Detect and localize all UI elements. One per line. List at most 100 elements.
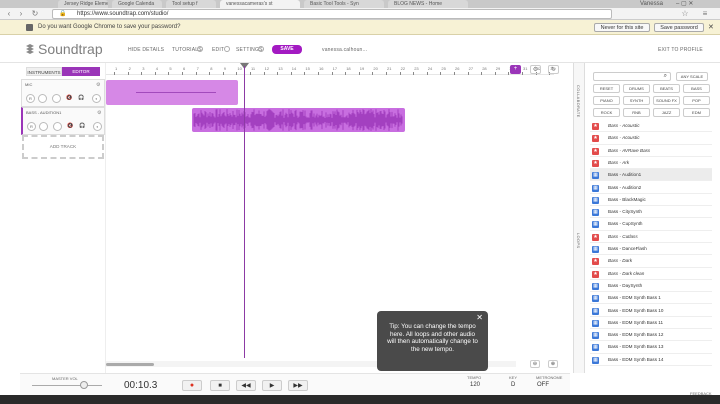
reload-icon[interactable]: ↻: [30, 9, 40, 19]
loop-item[interactable]: ▦ Bass - EDM Synth Bass 14: [590, 354, 712, 366]
loop-item[interactable]: ▦ Bass - BlackMagic: [590, 194, 712, 207]
filter-button[interactable]: SYNTH: [623, 96, 650, 105]
forward-icon[interactable]: ›: [16, 9, 26, 19]
star-bookmark-icon[interactable]: ☆: [680, 9, 690, 19]
scrollbar-thumb[interactable]: [106, 363, 154, 366]
loop-item-label: Bass - CitySynth: [608, 209, 642, 215]
add-icon[interactable]: +: [510, 65, 521, 74]
loop-item[interactable]: ▦ Bass - EDM Synth Bass 11: [590, 317, 712, 330]
loop-item[interactable]: ▦ Bass - EDM Synth Bass 12: [590, 329, 712, 342]
loop-search-input[interactable]: ⌕: [593, 72, 671, 81]
headphones-icon[interactable]: 🎧: [78, 95, 84, 101]
browser-user[interactable]: Vanessa: [640, 0, 663, 8]
tab-loops[interactable]: LOOPS: [576, 233, 581, 248]
gear-icon[interactable]: ⚙: [97, 110, 101, 116]
monitor-button[interactable]: ◐: [92, 94, 101, 103]
filter-button[interactable]: EDM: [683, 108, 710, 117]
headphones-icon[interactable]: 🎧: [79, 123, 85, 129]
loop-item[interactable]: ★ Bass - Acoustic: [590, 120, 712, 133]
tab-editor[interactable]: EDITOR: [62, 67, 100, 76]
browser-tab[interactable]: BLOG NEWS - Home: [388, 0, 468, 8]
back-icon[interactable]: ‹: [4, 9, 14, 19]
loop-item[interactable]: ▦ Bass - EDM Synth Bass 13: [590, 341, 712, 354]
mute-icon[interactable]: 🔇: [66, 95, 72, 101]
zoom-in-icon[interactable]: ⊕: [548, 360, 558, 368]
loop-item[interactable]: ▦ Bass - Audition1: [590, 169, 712, 182]
loop-item[interactable]: ▦ Bass - CitySynth: [590, 206, 712, 219]
browser-tab[interactable]: Tool setup f: [166, 0, 216, 8]
browser-tab[interactable]: Google Calenda: [112, 0, 162, 8]
master-vol-slider[interactable]: [32, 385, 102, 386]
loop-item[interactable]: ▦ Bass - EDM Synth Bass 10: [590, 305, 712, 317]
edit-menu[interactable]: EDIT: [212, 47, 224, 53]
filter-button[interactable]: PIANO: [593, 96, 620, 105]
loop-item[interactable]: ★ Bass - Acoustic: [590, 132, 712, 145]
window-controls[interactable]: – ▢ ✕: [676, 0, 693, 8]
loop-item[interactable]: ★ Bass - Ark: [590, 157, 712, 170]
browser-tab[interactable]: Basic Tool Tools - Syn: [304, 0, 384, 8]
never-for-site-button[interactable]: Never for this site: [594, 23, 650, 32]
exit-to-profile-link[interactable]: EXIT TO PROFILE: [658, 47, 703, 53]
metronome-value[interactable]: OFF: [537, 382, 549, 388]
zoom-out-icon[interactable]: ⊖: [530, 360, 540, 368]
address-input[interactable]: 🔒 https://www.soundtrap.com/studio/: [52, 9, 612, 19]
filter-button[interactable]: BEATS: [653, 84, 680, 93]
volume-knob[interactable]: [38, 94, 47, 103]
menu-icon[interactable]: ≡: [700, 9, 710, 19]
record-arm-button[interactable]: R: [26, 94, 35, 103]
record-arm-button[interactable]: R: [27, 122, 36, 131]
stop-button[interactable]: ■: [210, 380, 230, 391]
audio-clip-mic[interactable]: [106, 80, 238, 105]
close-icon[interactable]: ✕: [476, 314, 483, 322]
filter-button[interactable]: BASS: [683, 84, 710, 93]
tempo-value[interactable]: 120: [470, 382, 480, 388]
filter-button[interactable]: RNB: [623, 108, 650, 117]
track-header-mic[interactable]: MIC ⚙ R 🔇 🎧 ◐: [21, 79, 105, 107]
close-icon[interactable]: ✕: [708, 20, 714, 35]
save-button[interactable]: SAVE: [272, 45, 302, 54]
gear-icon[interactable]: ⚙: [530, 65, 541, 74]
loop-item[interactable]: ▦ Bass - DanceFlash: [590, 243, 712, 256]
filter-button[interactable]: RESET: [593, 84, 620, 93]
browser-tab[interactable]: Jersey Ridge Elementar: [58, 0, 108, 8]
filter-button[interactable]: JAZZ: [653, 108, 680, 117]
save-password-button[interactable]: Save password: [654, 23, 704, 32]
rewind-button[interactable]: ◀◀: [236, 380, 256, 391]
tab-instruments[interactable]: INSTRUMENTS: [26, 67, 62, 76]
loop-item[interactable]: ▦ Bass - Audition2: [590, 182, 712, 194]
loop-item[interactable]: ▦ Bass - DaySynth: [590, 280, 712, 293]
filter-button[interactable]: ROCK: [593, 108, 620, 117]
hide-details-link[interactable]: HIDE DETAILS: [128, 47, 164, 53]
scale-select[interactable]: ANY SCALE: [676, 72, 708, 81]
fast-forward-button[interactable]: ▶▶: [288, 380, 308, 391]
loop-item[interactable]: ★ Bass - AVRave Bass: [590, 145, 712, 157]
filter-button[interactable]: DRUMS: [623, 84, 650, 93]
browser-tab-active[interactable]: vanessacameras's st: [220, 0, 300, 8]
loop-item[interactable]: ★ Bass - Dark: [590, 255, 712, 268]
filter-button[interactable]: POP: [683, 96, 710, 105]
loop-item[interactable]: ▦ Bass - EDM Synth Bass 1: [590, 292, 712, 305]
tab-collaborate[interactable]: COLLABORATE: [576, 85, 581, 118]
key-value[interactable]: D: [511, 382, 515, 388]
pan-knob[interactable]: [53, 122, 62, 131]
monitor-button[interactable]: ◐: [93, 122, 102, 131]
gear-icon[interactable]: ⚙: [96, 82, 100, 88]
audio-clip-bass[interactable]: [192, 108, 405, 132]
add-track-button[interactable]: ADD TRACK: [22, 135, 104, 159]
username-link[interactable]: vanessa.calhoun...: [322, 47, 367, 53]
mute-icon[interactable]: 🔇: [67, 123, 73, 129]
loop-item[interactable]: ★ Bass - Dark clean: [590, 268, 712, 280]
timeline-ruler[interactable]: 1 2 3 4 5 6 7 8 9 10 11 12 13 14 15 16 17 18 19 20 21 22 23 24 2…: [106, 66, 555, 75]
loop-icon[interactable]: ↻: [548, 65, 559, 74]
pan-knob[interactable]: [52, 94, 61, 103]
play-button[interactable]: ▶: [262, 380, 282, 391]
ruler-tick: [358, 72, 360, 75]
volume-knob[interactable]: [39, 122, 48, 131]
record-button[interactable]: ●: [182, 380, 202, 391]
master-vol-handle[interactable]: [80, 381, 88, 389]
keyboard-icon: ▦: [592, 209, 599, 217]
track-header-bass[interactable]: BASS - AUDITION1 ⚙ R 🔇 🎧 ◐: [21, 107, 105, 135]
filter-button[interactable]: SOUND FX: [653, 96, 680, 105]
loop-item[interactable]: ★ Bass - Cutlass: [590, 231, 712, 243]
loop-item[interactable]: ▦ Bass - CupSynth: [590, 218, 712, 231]
